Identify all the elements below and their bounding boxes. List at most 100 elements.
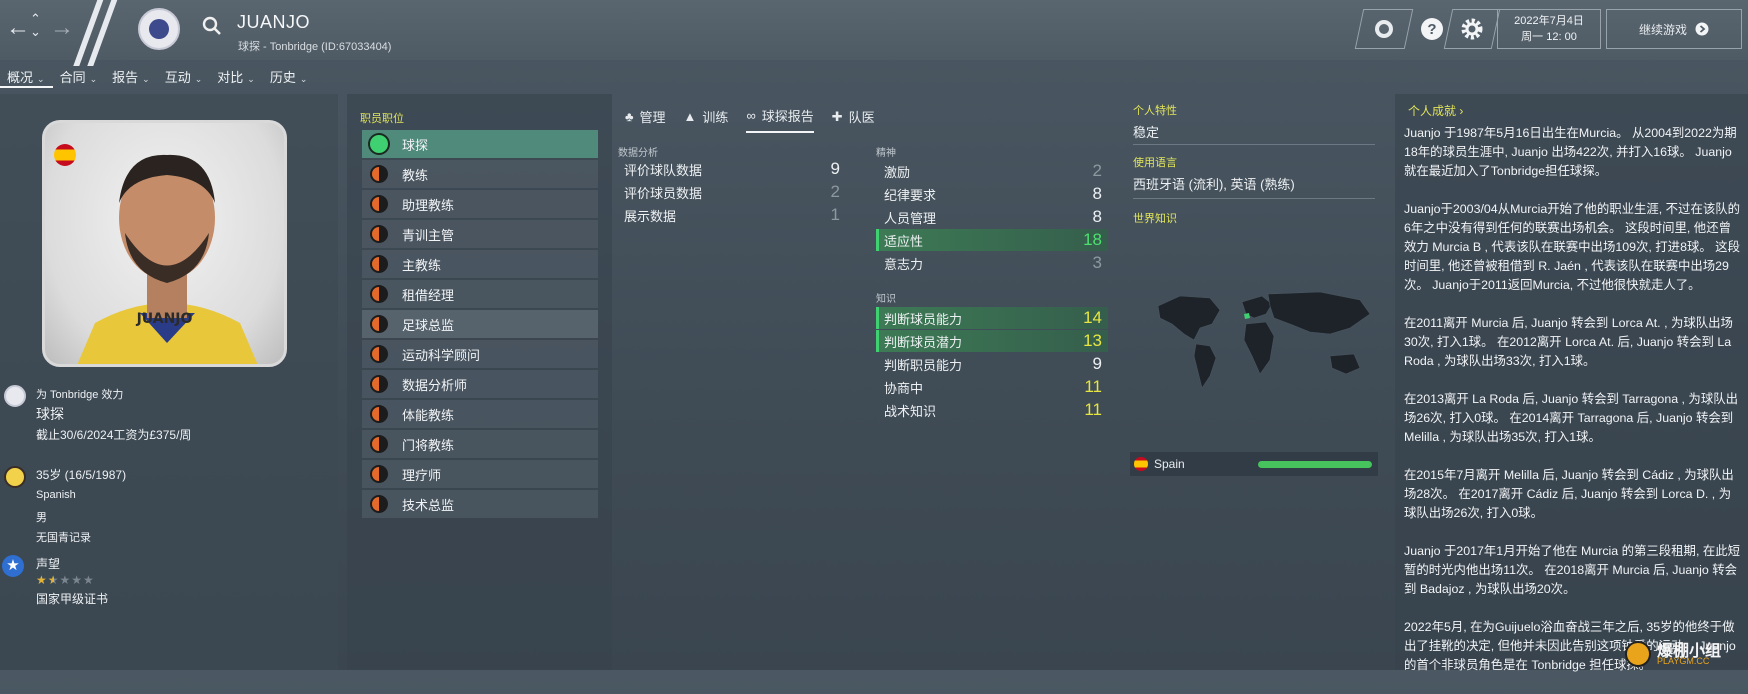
role-item-sports-scientist[interactable]: 运动科学顾问 xyxy=(362,340,598,368)
status-half-icon xyxy=(370,315,388,333)
bio-paragraph: 在2011离开 Murcia 后, Juanjo 转会到 Lorca At. ,… xyxy=(1404,316,1733,368)
licence-text: 国家甲级证书 xyxy=(36,592,109,606)
attr-label: 评价球员数据 xyxy=(624,185,703,201)
personality-value: 稳定 xyxy=(1133,125,1160,140)
attr-row: 激励 2 xyxy=(876,160,1108,182)
divider xyxy=(1133,144,1375,145)
attr-value: 18 xyxy=(1083,230,1102,249)
role-label: 助理教练 xyxy=(402,197,455,213)
attr-row: 评价球队数据 9 xyxy=(618,158,846,180)
attr-label: 适应性 xyxy=(884,233,924,249)
attr-label: 协商中 xyxy=(884,380,924,396)
status-half-icon xyxy=(370,375,388,393)
status-half-icon xyxy=(370,255,388,273)
data-section-title: 数据分析 xyxy=(618,148,658,159)
status-half-icon xyxy=(370,495,388,513)
up-down-chevron-icon[interactable]: ⌃ ⌄ xyxy=(30,12,41,38)
roles-list: 球探 教练 助理教练 青训主管 主教练 租借经理 足球总监 运动科学顾问 数据分… xyxy=(362,130,598,520)
tab-label: 对比 xyxy=(217,70,244,85)
role-label: 数据分析师 xyxy=(402,377,468,393)
tab-management[interactable]: ♣ 管理 xyxy=(625,106,666,133)
chevron-down-icon: ⌄ xyxy=(194,74,203,84)
star-empty-icon: ★★★ xyxy=(59,573,95,587)
tab-training[interactable]: ▲ 训练 xyxy=(684,106,729,133)
shirt-name: JUANJO xyxy=(136,311,193,327)
language-title: 使用语言 xyxy=(1133,157,1177,169)
knowledge-section-title: 知识 xyxy=(876,294,896,305)
role-item-youth-head[interactable]: 青训主管 xyxy=(362,220,598,248)
sub-tabs: ♣ 管理 ▲ 训练 ∞ 球探报告 ✚ 队医 xyxy=(625,106,875,133)
training-icon: ▲ xyxy=(683,109,697,124)
date-text: 2022年7月4日 xyxy=(1514,15,1584,27)
bio-paragraph: Juanjo 于1987年5月16日出生在Murcia。 从2004到2022为… xyxy=(1404,126,1737,178)
attr-row: 评价球员数据 2 xyxy=(618,181,846,203)
tab-label: 球探报告 xyxy=(761,109,814,124)
chevron-right-icon: › xyxy=(1459,104,1464,118)
medical-kit-icon: ✚ xyxy=(831,108,843,124)
attr-value: 14 xyxy=(1083,308,1102,327)
club-crest-icon[interactable] xyxy=(138,8,180,50)
role-item-technical-director[interactable]: 技术总监 xyxy=(362,490,598,518)
personality-title: 个人特性 xyxy=(1133,105,1177,117)
role-item-gk-coach[interactable]: 门将教练 xyxy=(362,430,598,458)
attr-value: 3 xyxy=(1092,253,1102,272)
role-label: 主教练 xyxy=(402,257,442,273)
settings-button[interactable] xyxy=(1443,9,1501,49)
reputation-stars: ★★★★★ xyxy=(36,573,95,587)
role-item-scout[interactable]: 球探 xyxy=(362,130,598,158)
role-item-manager[interactable]: 主教练 xyxy=(362,250,598,278)
continue-button[interactable]: 继续游戏 xyxy=(1606,9,1742,49)
world-map xyxy=(1157,291,1371,389)
tab-label: 训练 xyxy=(702,110,729,125)
player-photo: JUANJO xyxy=(42,120,287,367)
watermark: 爆棚小组 PLAYGM.CC xyxy=(1625,637,1745,669)
tab-contract[interactable]: 合同 ⌄ xyxy=(53,62,106,88)
tab-compare[interactable]: 对比 ⌄ xyxy=(210,62,263,88)
role-label: 球探 xyxy=(402,137,429,153)
back-arrow-icon[interactable]: ← xyxy=(6,14,30,42)
spain-flag-icon xyxy=(1134,457,1148,471)
date-display[interactable]: 2022年7月4日 周一 12: 00 xyxy=(1497,9,1601,49)
tab-reports[interactable]: 报告 ⌄ xyxy=(105,62,158,88)
tab-overview[interactable]: 概况 ⌄ xyxy=(0,62,53,88)
status-half-icon xyxy=(370,165,388,183)
search-icon[interactable] xyxy=(202,16,222,42)
social-feed-button[interactable] xyxy=(1354,9,1414,49)
watermark-logo-icon xyxy=(1625,641,1651,667)
star-half-icon: ★ xyxy=(47,573,60,587)
tab-interact[interactable]: 互动 ⌄ xyxy=(158,62,211,88)
tab-history[interactable]: 历史 ⌄ xyxy=(263,62,316,88)
chevron-down-icon: ⌄ xyxy=(89,74,98,84)
role-label: 租借经理 xyxy=(402,287,455,303)
attr-value: 8 xyxy=(1092,184,1102,203)
role-item-physio[interactable]: 理疗师 xyxy=(362,460,598,488)
role-item-analyst[interactable]: 数据分析师 xyxy=(362,370,598,398)
tab-scouting[interactable]: ∞ 球探报告 xyxy=(746,106,814,133)
attr-value: 9 xyxy=(830,159,840,178)
role-item-director[interactable]: 足球总监 xyxy=(362,310,598,338)
forward-arrow-icon[interactable]: → xyxy=(50,14,74,42)
status-half-icon xyxy=(370,225,388,243)
attr-label: 评价球队数据 xyxy=(624,162,703,178)
bio-paragraph: 在2015年7月离开 Melilla 后, Juanjo 转会到 Cádiz ,… xyxy=(1404,468,1734,520)
roles-title: 职员职位 xyxy=(360,113,404,125)
attr-value: 9 xyxy=(1092,354,1102,373)
bio-title[interactable]: 个人成就 › xyxy=(1408,102,1463,119)
attr-row: 展示数据 1 xyxy=(618,204,846,226)
attr-row: 意志力 3 xyxy=(876,252,1108,274)
status-half-icon xyxy=(370,405,388,423)
time-text: 周一 12: 00 xyxy=(1521,31,1577,43)
tab-label: 互动 xyxy=(164,70,191,85)
role-item-fitness-coach[interactable]: 体能教练 xyxy=(362,400,598,428)
people-icon: ♣ xyxy=(625,109,634,124)
role-item-assistant[interactable]: 助理教练 xyxy=(362,190,598,218)
nav-tabs: 概况 ⌄ 合同 ⌄ 报告 ⌄ 互动 ⌄ 对比 ⌄ 历史 ⌄ xyxy=(0,62,315,88)
role-item-coach[interactable]: 教练 xyxy=(362,160,598,188)
role-item-loan-manager[interactable]: 租借经理 xyxy=(362,280,598,308)
player-subtitle: 球探 - Tonbridge (ID:67033404) xyxy=(238,41,392,53)
tab-medical[interactable]: ✚ 队医 xyxy=(832,106,875,133)
chevron-down-icon: ⌄ xyxy=(142,74,150,84)
reputation-star-icon: ★ xyxy=(2,555,24,577)
attr-row-highlight: 判断球员潜力 13 xyxy=(876,330,1108,352)
birth-club-icon xyxy=(4,466,26,488)
